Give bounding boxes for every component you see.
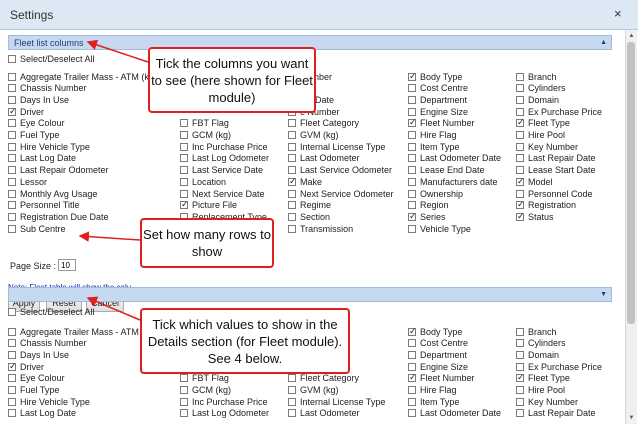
columns-callout-arrow — [86, 39, 149, 63]
columns-callout: Tick the columns you want to see (here s… — [148, 47, 316, 113]
details-callout: Tick which values to show in the Details… — [140, 308, 350, 374]
rows-callout: Set how many rows to show — [140, 218, 274, 268]
details-callout-arrow — [86, 296, 141, 321]
rows-callout-arrow — [78, 231, 141, 242]
